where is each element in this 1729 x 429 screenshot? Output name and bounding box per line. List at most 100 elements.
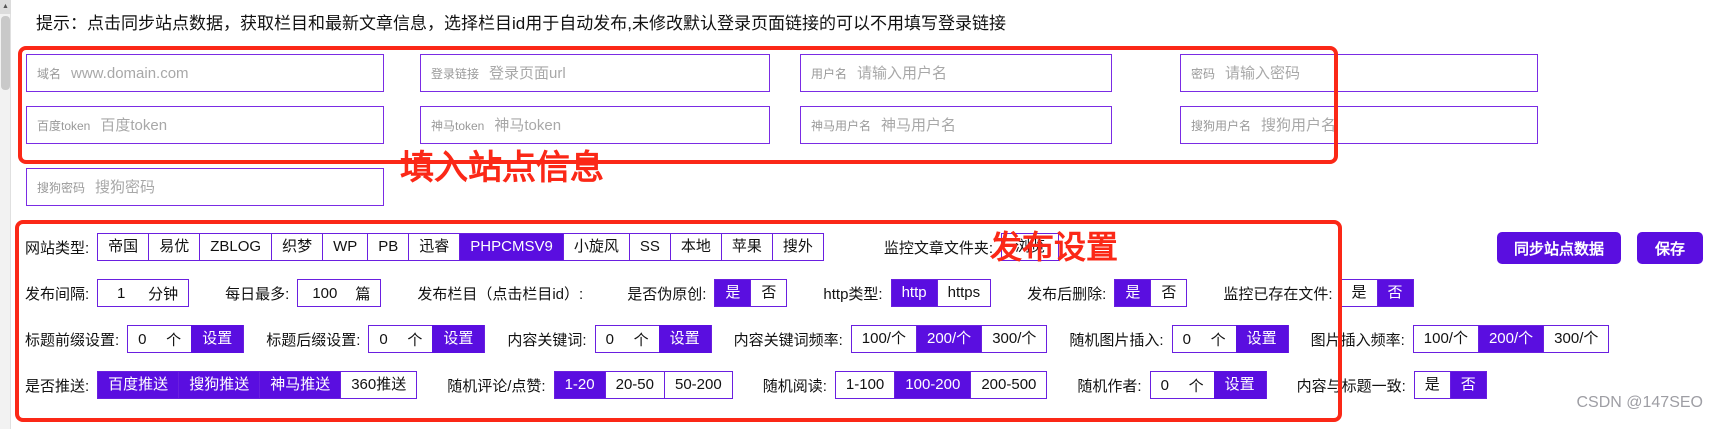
monitor-existing-label: 监控已存在文件:: [1223, 283, 1332, 304]
site-type-zhimeng[interactable]: 织梦: [272, 234, 323, 260]
left-scrollbar[interactable]: ▲: [0, 0, 11, 429]
interval-value[interactable]: 1: [98, 285, 144, 302]
site-type-wp[interactable]: WP: [323, 234, 368, 260]
delete-after-no[interactable]: 否: [1151, 280, 1186, 306]
keyword-freq-100[interactable]: 100/个: [852, 326, 917, 352]
push-selector: 百度推送 搜狗推送 神马推送 360推送: [97, 371, 417, 399]
pseudo-original-yes[interactable]: 是: [715, 280, 751, 306]
site-type-pingguo[interactable]: 苹果: [722, 234, 773, 260]
push-label: 是否推送:: [25, 375, 89, 396]
site-type-pb[interactable]: PB: [368, 234, 409, 260]
title-match-no[interactable]: 否: [1451, 372, 1486, 398]
random-image-set-button[interactable]: 设置: [1236, 325, 1288, 353]
push-sogou[interactable]: 搜狗推送: [179, 372, 260, 398]
title-suffix-control: 0 个 设置: [368, 325, 485, 353]
https-option[interactable]: https: [938, 280, 991, 306]
random-image-value[interactable]: 0: [1173, 331, 1207, 348]
sync-site-data-button[interactable]: 同步站点数据: [1497, 232, 1621, 264]
image-freq-200[interactable]: 200/个: [1479, 326, 1544, 352]
shenma-token-field[interactable]: 神马token: [420, 106, 770, 144]
push-shenma[interactable]: 神马推送: [260, 372, 341, 398]
delete-after-group: 发布后删除: 是 否: [1027, 279, 1187, 307]
content-keywords-group: 内容关键词: 0 个 设置: [507, 325, 711, 353]
http-option[interactable]: http: [892, 280, 938, 306]
site-type-phpcmsv9[interactable]: PHPCMSV9: [460, 234, 564, 260]
random-comment-50-200[interactable]: 50-200: [665, 372, 732, 398]
password-input[interactable]: [1225, 65, 1527, 82]
scrollbar-thumb[interactable]: [1, 16, 10, 90]
site-type-ss[interactable]: SS: [630, 234, 671, 260]
site-type-zblog[interactable]: ZBLOG: [200, 234, 272, 260]
site-type-xunrui[interactable]: 迅睿: [409, 234, 460, 260]
title-suffix-label: 标题后缀设置:: [266, 329, 360, 350]
keyword-freq-group: 内容关键词频率: 100/个 200/个 300/个: [734, 325, 1048, 353]
title-suffix-unit: 个: [403, 329, 432, 350]
publish-options-row: 发布间隔: 1 分钟 每日最多: 100 篇 发布栏目（点击栏目id）: 是否伪…: [25, 278, 1342, 308]
title-suffix-value[interactable]: 0: [369, 331, 403, 348]
delete-after-toggle: 是 否: [1114, 279, 1187, 307]
site-type-souwai[interactable]: 搜外: [773, 234, 823, 260]
daily-max-input[interactable]: 100 篇: [297, 279, 381, 307]
delete-after-label: 发布后删除:: [1027, 283, 1106, 304]
interval-unit: 分钟: [144, 283, 188, 304]
login-link-field[interactable]: 登录链接: [420, 54, 770, 92]
random-author-set-button[interactable]: 设置: [1214, 371, 1266, 399]
content-keywords-set-button[interactable]: 设置: [659, 325, 711, 353]
random-comment-selector: 1-20 20-50 50-200: [554, 371, 733, 399]
publish-column-label[interactable]: 发布栏目（点击栏目id）:: [417, 283, 583, 304]
sogou-password-label: 搜狗密码: [37, 179, 85, 196]
image-freq-100[interactable]: 100/个: [1414, 326, 1479, 352]
interval-input[interactable]: 1 分钟: [97, 279, 189, 307]
delete-after-yes[interactable]: 是: [1115, 280, 1151, 306]
image-freq-300[interactable]: 300/个: [1544, 326, 1608, 352]
title-suffix-set-button[interactable]: 设置: [432, 325, 484, 353]
push-baidu[interactable]: 百度推送: [98, 372, 179, 398]
pseudo-original-no[interactable]: 否: [751, 280, 786, 306]
shenma-token-input[interactable]: [494, 117, 759, 134]
keyword-freq-300[interactable]: 300/个: [982, 326, 1046, 352]
random-comment-group: 随机评论/点赞: 1-20 20-50 50-200: [447, 371, 732, 399]
scroll-up-icon[interactable]: ▲: [0, 0, 11, 14]
baidu-token-input[interactable]: [100, 117, 373, 134]
title-prefix-set-button[interactable]: 设置: [191, 325, 243, 353]
title-prefix-value[interactable]: 0: [128, 331, 162, 348]
random-read-200-500[interactable]: 200-500: [971, 372, 1046, 398]
random-read-100-200[interactable]: 100-200: [895, 372, 971, 398]
push-360[interactable]: 360推送: [341, 372, 416, 398]
title-match-yes[interactable]: 是: [1415, 372, 1451, 398]
random-author-value[interactable]: 0: [1151, 377, 1185, 394]
content-keywords-value[interactable]: 0: [596, 331, 630, 348]
shenma-username-input[interactable]: [881, 117, 1101, 134]
http-type-label: http类型:: [823, 283, 882, 304]
publish-column-group: 发布栏目（点击栏目id）:: [417, 283, 591, 304]
monitor-existing-no[interactable]: 否: [1378, 280, 1413, 306]
site-type-yiyou[interactable]: 易优: [149, 234, 200, 260]
sogou-password-field[interactable]: 搜狗密码: [26, 168, 384, 206]
daily-max-value[interactable]: 100: [298, 285, 351, 302]
save-button[interactable]: 保存: [1637, 232, 1703, 264]
login-link-input[interactable]: [489, 65, 759, 82]
site-type-bendi[interactable]: 本地: [671, 234, 722, 260]
shenma-token-label: 神马token: [431, 117, 484, 134]
random-comment-20-50[interactable]: 20-50: [606, 372, 665, 398]
monitor-existing-yes[interactable]: 是: [1342, 280, 1378, 306]
interval-label: 发布间隔:: [25, 283, 89, 304]
password-field[interactable]: 密码: [1180, 54, 1538, 92]
random-read-1-100[interactable]: 1-100: [836, 372, 895, 398]
site-type-xiaoxuanfeng[interactable]: 小旋风: [564, 234, 630, 260]
baidu-token-field[interactable]: 百度token: [26, 106, 384, 144]
domain-label: 域名: [37, 65, 61, 82]
domain-input[interactable]: [71, 65, 373, 82]
site-type-diguo[interactable]: 帝国: [98, 234, 149, 260]
shenma-username-field[interactable]: 神马用户名: [800, 106, 1112, 144]
random-author-group: 随机作者: 0 个 设置: [1077, 371, 1266, 399]
username-input[interactable]: [857, 65, 1101, 82]
keyword-freq-200[interactable]: 200/个: [917, 326, 982, 352]
random-comment-1-20[interactable]: 1-20: [555, 372, 606, 398]
domain-field[interactable]: 域名: [26, 54, 384, 92]
sogou-username-input[interactable]: [1261, 117, 1527, 134]
sogou-password-input[interactable]: [95, 179, 373, 196]
sogou-username-field[interactable]: 搜狗用户名: [1180, 106, 1538, 144]
content-keywords-unit: 个: [630, 329, 659, 350]
username-field[interactable]: 用户名: [800, 54, 1112, 92]
